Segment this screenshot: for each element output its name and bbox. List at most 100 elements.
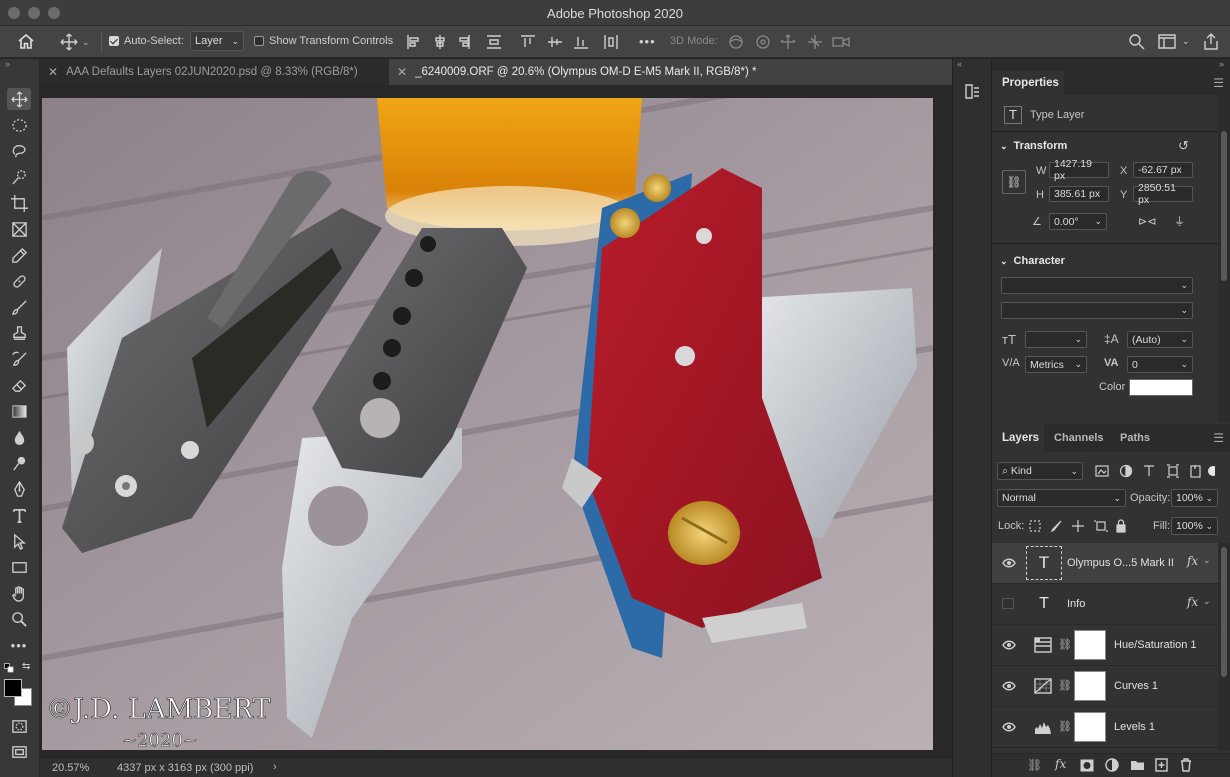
workspace-switcher-button[interactable]: ⌄: [1158, 34, 1190, 49]
properties-tab[interactable]: Properties: [1002, 77, 1059, 89]
gradient-tool[interactable]: [7, 400, 31, 422]
distribute-icons-group[interactable]: [521, 35, 621, 49]
font-size-input[interactable]: ⌄: [1025, 331, 1087, 348]
leading-input[interactable]: (Auto) ⌄: [1127, 331, 1193, 348]
layer-row[interactable]: ⛓ Hue/Saturation 1: [992, 625, 1218, 666]
tab-6240009-orf[interactable]: ✕ _6240009.ORF @ 20.6% (Olympus OM-D E-M…: [389, 59, 952, 85]
properties-scrollbar[interactable]: [1218, 95, 1230, 422]
eye-icon[interactable]: [1002, 681, 1016, 691]
3d-mode-icons-group[interactable]: [727, 33, 853, 51]
layer-row[interactable]: ⛓ Levels 1: [992, 707, 1218, 748]
dodge-tool[interactable]: [7, 452, 31, 474]
fill-input[interactable]: 100% ⌄: [1171, 517, 1218, 535]
marquee-tool[interactable]: [7, 114, 31, 136]
edit-toolbar-button[interactable]: •••: [7, 634, 31, 656]
move-tool[interactable]: [7, 88, 31, 110]
layer-name[interactable]: Curves 1: [1114, 680, 1158, 692]
layer-mask-thumbnail[interactable]: [1074, 671, 1106, 701]
quick-mask-button[interactable]: [7, 715, 31, 737]
add-mask-icon[interactable]: [1080, 759, 1094, 772]
swap-colors-icon[interactable]: ⇆: [22, 661, 30, 672]
screen-mode-button[interactable]: [7, 741, 31, 763]
fx-icon[interactable]: fx: [1187, 554, 1198, 568]
layers-scrollbar[interactable]: [1218, 543, 1230, 751]
zoom-level[interactable]: 20.57%: [52, 762, 89, 774]
eraser-tool[interactable]: [7, 374, 31, 396]
link-dimensions-button[interactable]: ⛓: [1002, 170, 1026, 194]
layer-row[interactable]: T Olympus O...5 Mark II fx ⌄: [992, 543, 1218, 584]
layer-name[interactable]: Info: [1067, 598, 1085, 610]
history-brush-tool[interactable]: [7, 348, 31, 370]
panel-menu-icon[interactable]: ☰: [1213, 431, 1224, 445]
scrollbar-thumb[interactable]: [1221, 131, 1227, 281]
close-tab-icon[interactable]: ✕: [397, 65, 407, 79]
eye-icon[interactable]: [1002, 722, 1016, 732]
more-options-button[interactable]: •••: [639, 34, 656, 49]
font-family-dropdown[interactable]: ⌄: [1001, 277, 1193, 294]
layer-filter-dropdown[interactable]: ⌕ Kind ⌄: [997, 462, 1083, 480]
angle-input[interactable]: 0.00° ⌄: [1049, 213, 1107, 230]
new-group-folder-icon[interactable]: [1130, 759, 1145, 771]
chevron-right-icon[interactable]: ›: [273, 761, 277, 773]
collapse-panel-icon[interactable]: »: [1219, 59, 1224, 69]
layer-name[interactable]: Hue/Saturation 1: [1114, 639, 1197, 651]
layer-filter-icons[interactable]: [1095, 464, 1215, 478]
quick-selection-tool[interactable]: [7, 166, 31, 188]
fx-icon[interactable]: fx: [1187, 595, 1198, 609]
y-input[interactable]: 2850.51 px: [1133, 182, 1193, 206]
add-layer-style-icon[interactable]: fx: [1055, 757, 1066, 771]
layer-mask-thumbnail[interactable]: [1074, 712, 1106, 742]
flip-vertical-icon[interactable]: ⏚: [1174, 213, 1185, 229]
blur-tool[interactable]: [7, 426, 31, 448]
eyedropper-tool[interactable]: [7, 244, 31, 266]
history-panel-button[interactable]: [964, 83, 981, 103]
channels-tab[interactable]: Channels: [1054, 432, 1104, 444]
home-button[interactable]: [17, 33, 35, 50]
link-layers-icon[interactable]: ⛓: [1027, 758, 1042, 772]
foreground-color-swatch[interactable]: [4, 679, 22, 697]
new-adjustment-layer-icon[interactable]: [1105, 758, 1119, 772]
scrollbar-thumb[interactable]: [1221, 547, 1227, 677]
transform-section-header[interactable]: ⌄ Transform: [1000, 140, 1067, 152]
trash-icon[interactable]: [1180, 758, 1192, 772]
lasso-tool[interactable]: [7, 140, 31, 162]
layer-name[interactable]: Olympus O...5 Mark II: [1067, 557, 1174, 569]
layer-row[interactable]: ⛓ Curves 1: [992, 666, 1218, 707]
eye-icon[interactable]: [1002, 558, 1016, 568]
new-layer-icon[interactable]: [1155, 758, 1168, 772]
character-section-header[interactable]: ⌄ Character: [1000, 255, 1065, 267]
collapse-dock-icon[interactable]: «: [957, 59, 962, 69]
panel-menu-icon[interactable]: ☰: [1213, 76, 1224, 90]
opacity-input[interactable]: 100% ⌄: [1171, 489, 1218, 507]
share-button[interactable]: [1203, 33, 1219, 50]
tracking-input[interactable]: 0 ⌄: [1127, 356, 1193, 373]
mask-link-icon[interactable]: ⛓: [1058, 720, 1072, 733]
healing-brush-tool[interactable]: [7, 270, 31, 292]
show-transform-controls-checkbox[interactable]: Show Transform Controls: [254, 35, 393, 47]
mask-link-icon[interactable]: ⛓: [1058, 679, 1072, 692]
chevron-down-icon[interactable]: ⌄: [1203, 596, 1211, 607]
eye-icon[interactable]: [1002, 640, 1016, 650]
mask-link-icon[interactable]: ⛓: [1058, 638, 1072, 651]
auto-select-checkbox[interactable]: Auto-Select:: [109, 35, 184, 47]
chevron-down-icon[interactable]: ⌄: [1203, 555, 1211, 566]
document-canvas-photo[interactable]: ©J.D. LAMBERT ~2020~: [42, 98, 933, 750]
width-input[interactable]: 1427.19 px: [1049, 158, 1109, 182]
blend-mode-dropdown[interactable]: Normal ⌄: [997, 489, 1126, 507]
close-tab-icon[interactable]: ✕: [48, 65, 58, 79]
layers-tab[interactable]: Layers: [1002, 432, 1039, 444]
crop-tool[interactable]: [7, 192, 31, 214]
clone-stamp-tool[interactable]: [7, 322, 31, 344]
paths-tab[interactable]: Paths: [1120, 432, 1150, 444]
height-input[interactable]: 385.61 px: [1049, 186, 1109, 202]
tab-aaa-defaults[interactable]: ✕ AAA Defaults Layers 02JUN2020.psd @ 8.…: [40, 59, 385, 85]
hidden-visibility-box[interactable]: [1002, 598, 1014, 609]
move-tool-preset-button[interactable]: ⌄: [60, 33, 90, 51]
reset-transform-icon[interactable]: ↺: [1178, 138, 1189, 154]
zoom-tool[interactable]: [7, 608, 31, 630]
flip-horizontal-icon[interactable]: ⊳⊲: [1138, 215, 1156, 228]
font-style-dropdown[interactable]: ⌄: [1001, 302, 1193, 319]
path-selection-tool[interactable]: [7, 530, 31, 552]
type-tool[interactable]: [7, 504, 31, 526]
layer-name[interactable]: Levels 1: [1114, 721, 1155, 733]
